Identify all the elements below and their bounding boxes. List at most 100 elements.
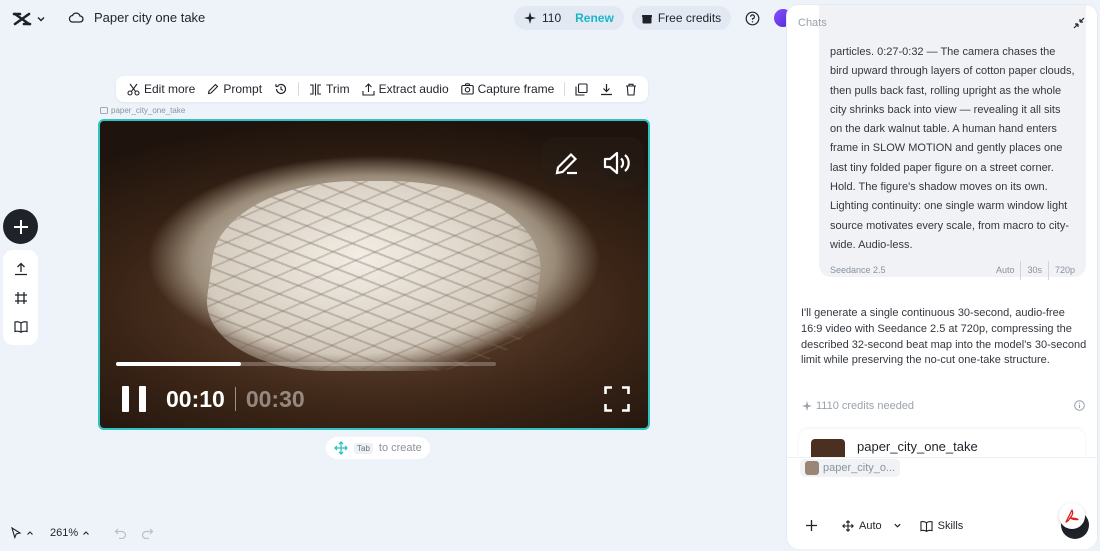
assistant-message: I'll generate a single continuous 30-sec…: [801, 307, 1087, 367]
download-button[interactable]: [595, 76, 618, 102]
side-toolbar: [3, 250, 38, 345]
camera-icon: [460, 83, 474, 95]
capture-frame-button[interactable]: Capture frame: [456, 76, 560, 102]
file-label: paper_city_one_take: [100, 106, 185, 115]
video-bottom-controls: 00:10 00:30: [122, 385, 305, 413]
credits-needed: 1110 credits needed: [802, 400, 914, 412]
edit-more-button[interactable]: Edit more: [122, 76, 200, 102]
history-icon: [274, 82, 288, 96]
progress-bar[interactable]: [116, 362, 496, 366]
history-button[interactable]: [269, 76, 293, 102]
help-icon[interactable]: [745, 11, 760, 26]
canvas-bottom-bar: 261%: [10, 527, 154, 539]
generation-card[interactable]: paper_city_one_take: [799, 429, 1085, 459]
capture-frame-label: Capture frame: [477, 82, 555, 96]
meta-ratio: Auto: [995, 265, 1015, 275]
project-title-area[interactable]: Paper city one take: [68, 10, 205, 25]
user-message-text: particles. 0:27-0:32 — The camera chases…: [830, 46, 1075, 251]
current-time: 00:10: [166, 385, 225, 412]
add-button[interactable]: [3, 209, 38, 244]
tab-hint-text: to create: [378, 442, 422, 454]
card-title: paper_city_one_take: [857, 439, 978, 454]
attachment-chip[interactable]: paper_city_o...: [800, 459, 901, 477]
meta-duration: 30s: [1020, 261, 1042, 281]
credits-count: 110: [542, 11, 562, 25]
chevron-up-icon[interactable]: [26, 529, 34, 537]
tab-to-create-hint[interactable]: Tab to create: [326, 437, 430, 459]
file-label-text: paper_city_one_take: [111, 106, 186, 115]
trash-icon: [625, 83, 637, 96]
video-player[interactable]: 00:10 00:30: [98, 119, 650, 430]
edit-more-label: Edit more: [144, 82, 196, 96]
video-toolbar: Edit more Prompt Trim Extract audio Capt…: [116, 76, 649, 102]
skills-button[interactable]: Skills: [920, 519, 964, 532]
credits-needed-row: 1110 credits needed: [802, 400, 1085, 412]
app-logo-menu[interactable]: [12, 10, 46, 28]
prompt-label: Prompt: [223, 82, 263, 96]
extract-audio-label: Extract audio: [378, 82, 449, 96]
volume-icon[interactable]: [603, 150, 633, 176]
book-icon: [920, 520, 933, 532]
video-top-controls: [542, 137, 644, 189]
pencil-icon: [207, 83, 219, 95]
zoom-level[interactable]: 261%: [50, 527, 78, 539]
auto-mode-dropdown[interactable]: Auto: [842, 520, 902, 532]
sparkle-icon: [802, 401, 812, 411]
trim-button[interactable]: Trim: [304, 76, 355, 102]
free-credits-button[interactable]: Free credits: [631, 6, 732, 30]
message-meta: Seedance 2.5 Auto 30s 720p: [830, 261, 1075, 281]
video-frame-paper-city: [196, 181, 554, 371]
capcut-logo-icon: [12, 10, 32, 28]
chat-title: Chats: [798, 17, 827, 29]
attachment-name: paper_city_o...: [823, 462, 896, 474]
credits-needed-text: 1110 credits needed: [816, 400, 915, 412]
skills-label: Skills: [937, 519, 964, 532]
move-icon: [842, 519, 854, 532]
trim-label: Trim: [326, 82, 350, 96]
upload-icon[interactable]: [14, 262, 28, 276]
pdf-tool-badge[interactable]: [1059, 503, 1085, 529]
free-credits-label: Free credits: [657, 11, 722, 25]
pause-icon[interactable]: [122, 385, 148, 413]
chevron-down-icon: [893, 521, 902, 530]
copy-icon: [575, 82, 588, 96]
extract-audio-button[interactable]: Extract audio: [357, 76, 454, 102]
chevron-down-icon: [36, 14, 46, 24]
collapse-icon[interactable]: [1073, 17, 1085, 29]
plus-icon: [13, 219, 29, 235]
info-icon[interactable]: [1074, 400, 1085, 412]
move-icon: [334, 441, 348, 455]
credits-pill[interactable]: 110 Renew: [514, 6, 624, 30]
download-icon: [600, 83, 613, 96]
time-divider: [234, 387, 236, 411]
sparkle-icon: [524, 12, 536, 24]
toolbar-divider: [298, 82, 300, 96]
progress-fill: [116, 362, 242, 366]
extract-audio-icon: [362, 82, 375, 96]
pointer-icon[interactable]: [10, 527, 22, 539]
tab-key: Tab: [354, 442, 373, 454]
meta-resolution: 720p: [1047, 261, 1075, 281]
renew-link[interactable]: Renew: [575, 11, 614, 25]
frame-grid-icon[interactable]: [14, 291, 28, 305]
user-message-bubble: particles. 0:27-0:32 — The camera chases…: [819, 5, 1086, 281]
generation-settings: Auto 30s 720p: [995, 261, 1075, 281]
scissors-icon: [127, 83, 140, 96]
undo-icon[interactable]: [114, 527, 127, 539]
fullscreen-icon[interactable]: [604, 386, 630, 412]
card-thumbnail: [811, 439, 845, 459]
image-icon: [100, 107, 108, 114]
redo-icon[interactable]: [141, 527, 154, 539]
gift-icon: [641, 13, 652, 24]
attachment-thumbnail: [805, 461, 819, 475]
book-icon[interactable]: [13, 320, 28, 334]
plus-icon[interactable]: [805, 519, 818, 532]
prompt-button[interactable]: Prompt: [202, 76, 267, 102]
chat-footer: Auto Skills: [805, 519, 963, 532]
top-right-actions: 110 Renew Free credits: [514, 6, 793, 30]
auto-mode-label: Auto: [859, 519, 882, 532]
duplicate-button[interactable]: [570, 76, 593, 102]
zoom-chevron-up-icon[interactable]: [82, 529, 90, 537]
delete-button[interactable]: [620, 76, 642, 102]
edit-icon[interactable]: [554, 150, 580, 176]
